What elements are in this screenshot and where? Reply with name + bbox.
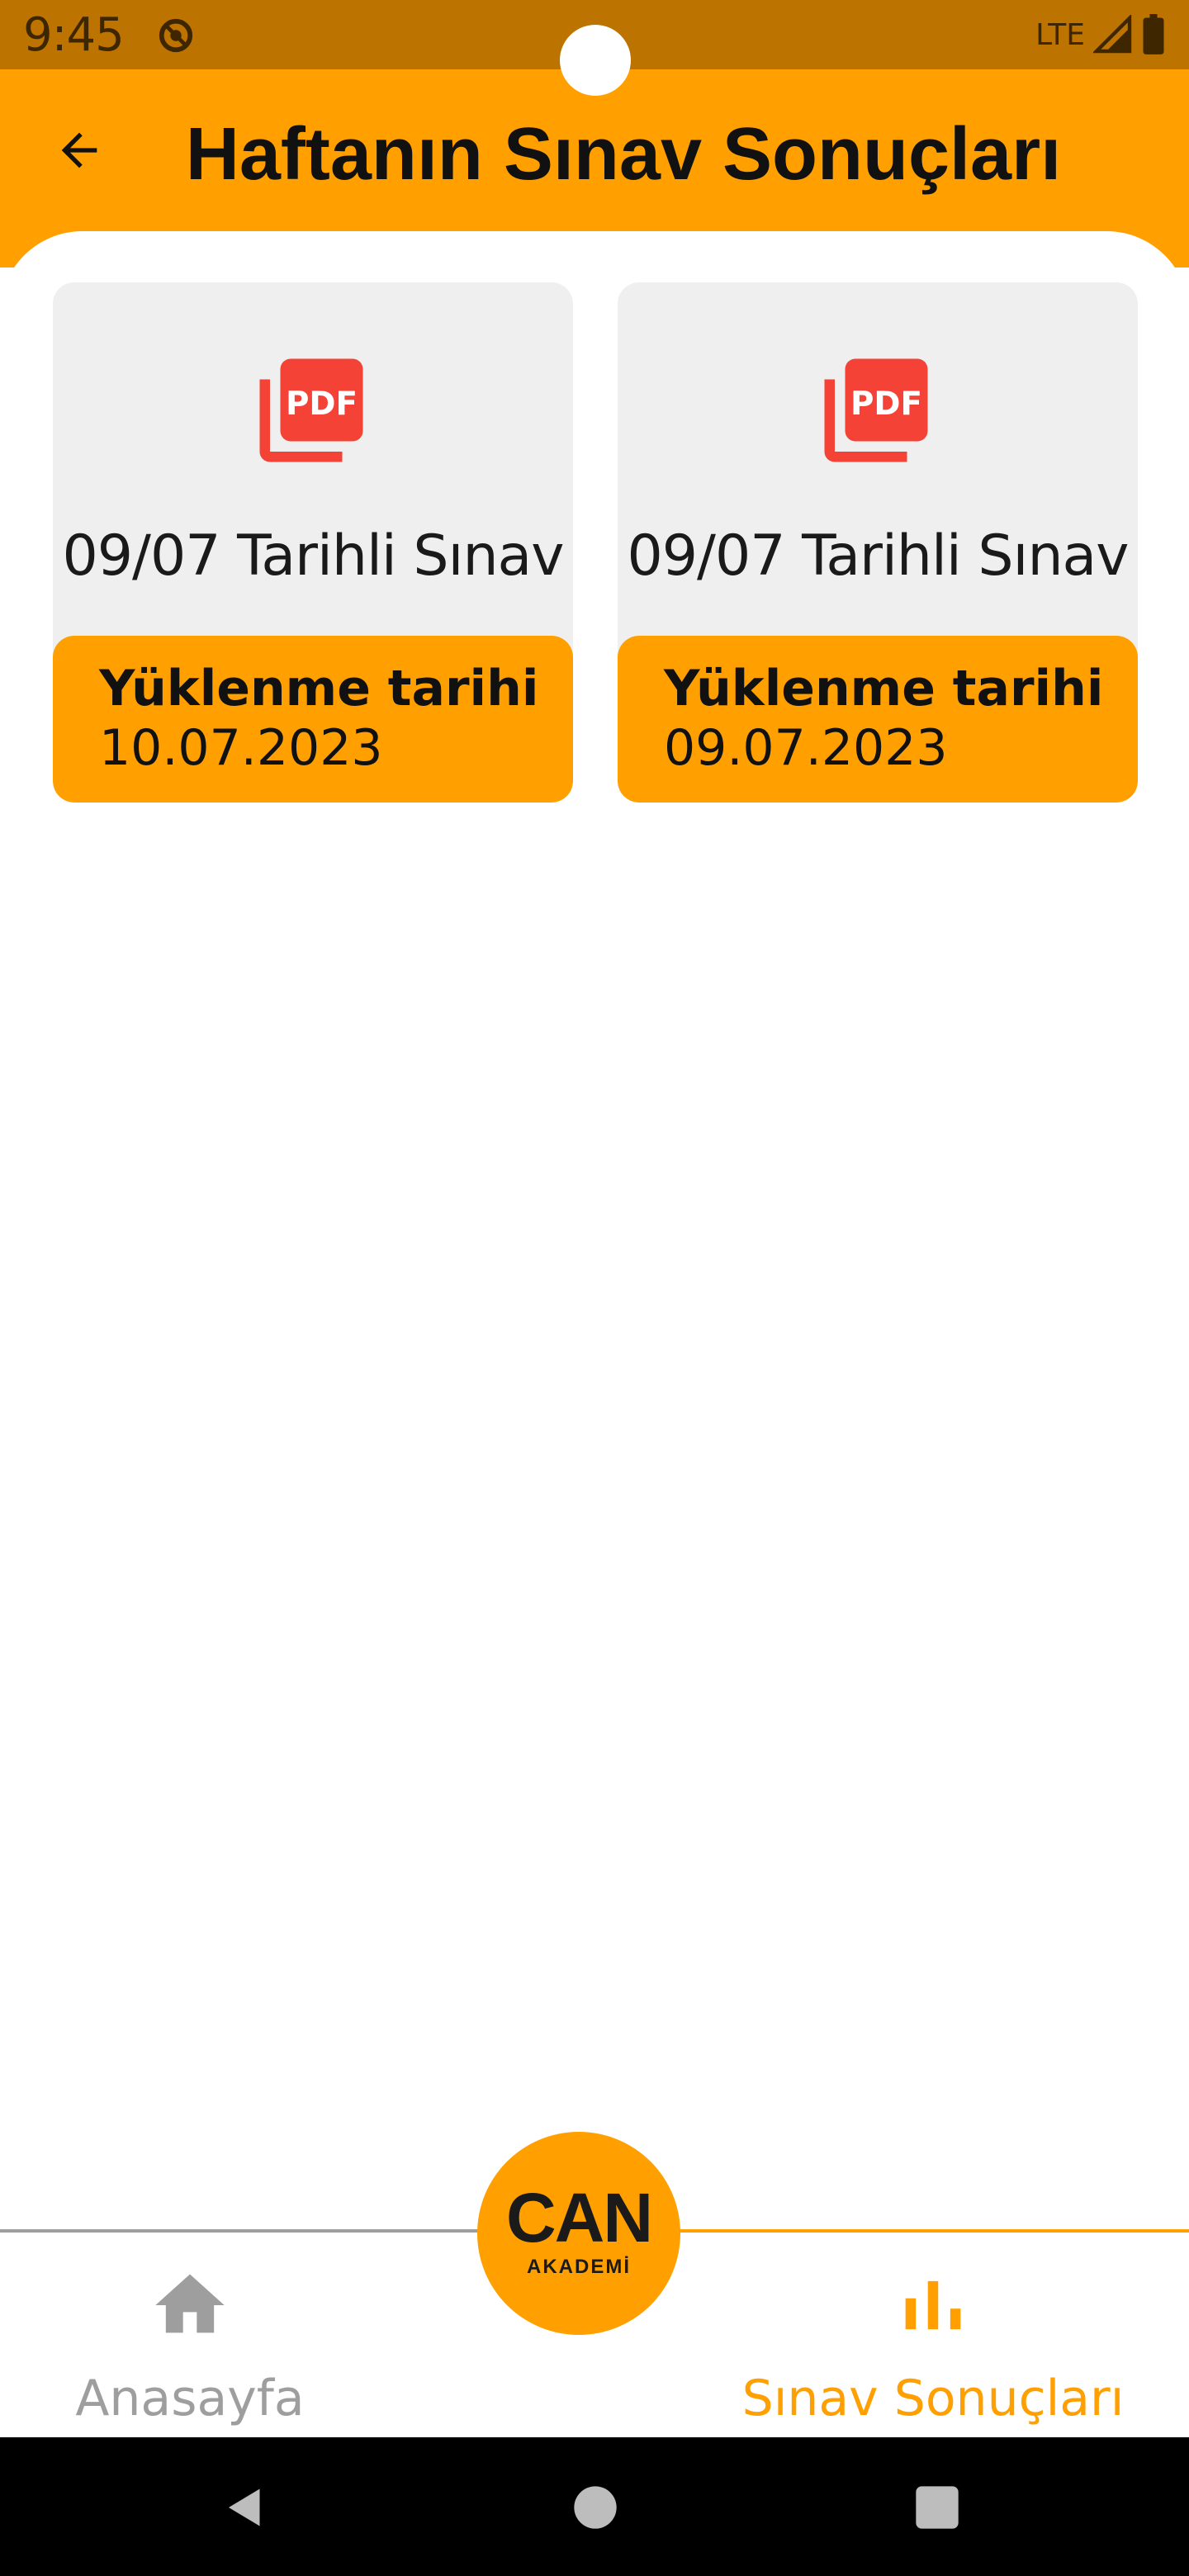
do-not-disturb-icon	[159, 18, 193, 53]
system-back-button[interactable]	[216, 2479, 274, 2536]
status-icons: LTE	[1035, 13, 1166, 56]
card-footer: Yüklenme tarihi 09.07.2023	[618, 636, 1138, 803]
nav-item-exam-results[interactable]: Sınav Sonuçları	[727, 2246, 1139, 2436]
camera-cutout	[560, 25, 631, 96]
logo-text: CAN	[506, 2179, 653, 2256]
nav-label-exam-results: Sınav Sonuçları	[741, 2370, 1125, 2427]
upload-date: 10.07.2023	[99, 719, 383, 777]
logo-button[interactable]: CAN AKADEMİ	[477, 2132, 680, 2335]
battery-icon	[1143, 14, 1164, 54]
system-nav-bar	[0, 2437, 1189, 2576]
card-footer: Yüklenme tarihi 10.07.2023	[53, 636, 573, 803]
triangle-back-icon	[229, 2488, 260, 2526]
svg-text:PDF: PDF	[286, 386, 358, 423]
nav-item-home[interactable]: Anasayfa	[50, 2246, 330, 2436]
home-icon	[155, 2274, 225, 2333]
upload-label: Yüklenme tarihi	[99, 660, 539, 717]
pdf-icon: PDF	[259, 358, 363, 462]
square-recents-icon	[916, 2486, 959, 2529]
upload-label: Yüklenme tarihi	[664, 660, 1104, 717]
exam-card[interactable]: PDF 09/07 Tarihli Sınav Yüklenme tarihi …	[618, 282, 1138, 803]
nav-label-home: Anasayfa	[75, 2370, 305, 2427]
logo-subtext: AKADEMİ	[527, 2256, 631, 2278]
nav-divider-active	[677, 2229, 1189, 2233]
circle-home-icon	[574, 2486, 617, 2529]
network-type: LTE	[1035, 17, 1085, 52]
bar-chart-icon	[905, 2280, 961, 2330]
card-title: 09/07 Tarihli Sınav	[627, 523, 1130, 589]
page-title: Haftanın Sınav Sonuçları	[185, 113, 1062, 196]
svg-text:PDF: PDF	[850, 386, 922, 423]
pdf-icon: PDF	[824, 358, 928, 462]
upload-date: 09.07.2023	[664, 719, 948, 777]
nav-divider-inactive	[0, 2229, 512, 2233]
card-title: 09/07 Tarihli Sınav	[62, 523, 565, 589]
status-time: 9:45	[23, 8, 125, 62]
signal-icon	[1093, 15, 1132, 54]
exam-card[interactable]: PDF 09/07 Tarihli Sınav Yüklenme tarihi …	[53, 282, 573, 803]
system-home-button[interactable]	[566, 2479, 624, 2536]
system-recents-button[interactable]	[908, 2479, 966, 2536]
